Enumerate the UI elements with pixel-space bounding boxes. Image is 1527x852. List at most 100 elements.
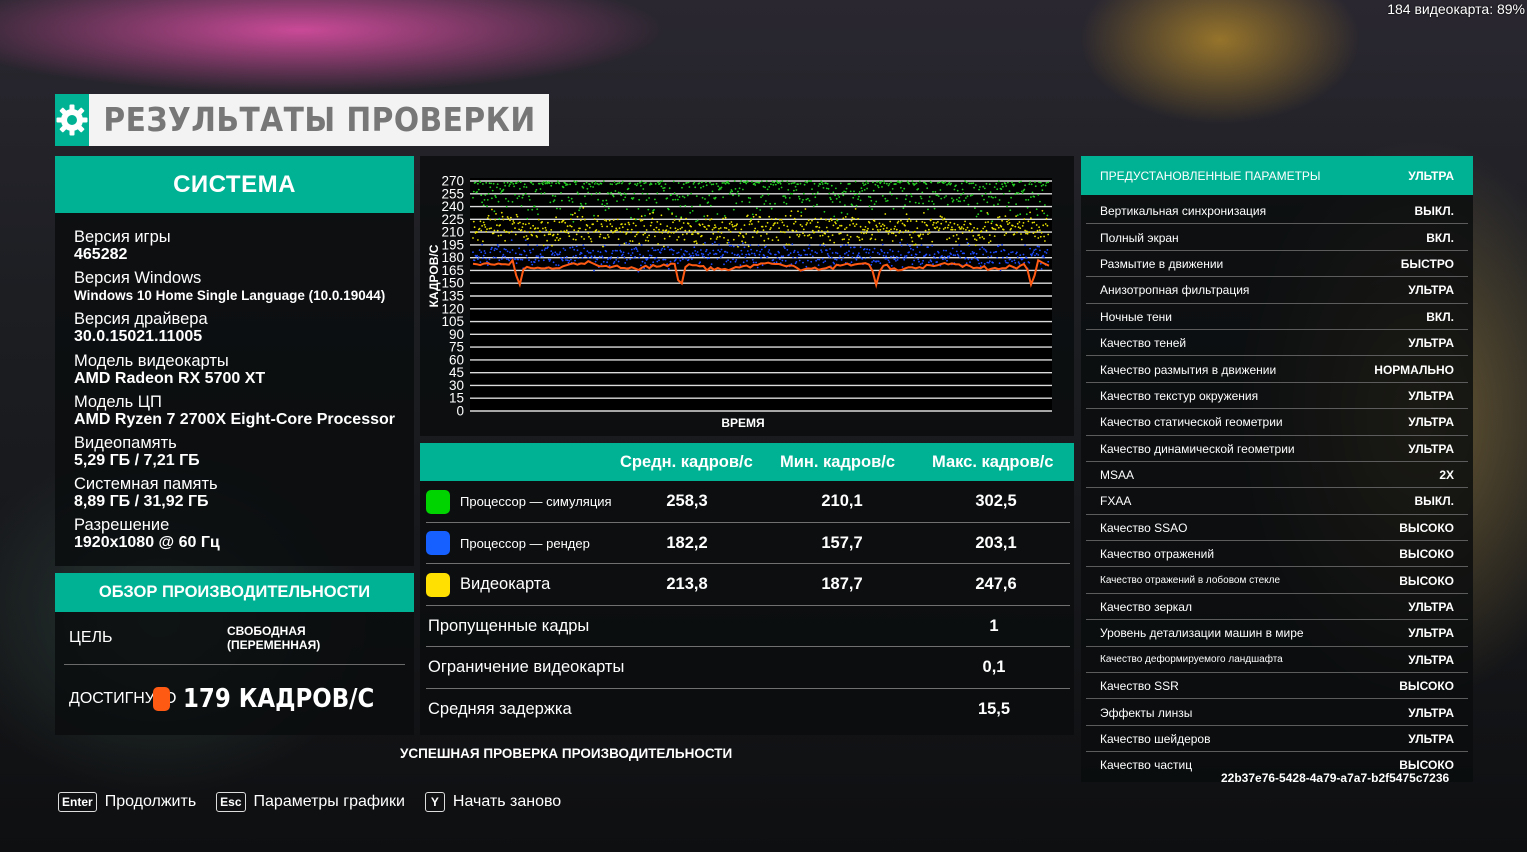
chart-point [575, 245, 578, 247]
chart-point [651, 247, 654, 250]
chart-point [696, 251, 699, 253]
setting-value: УЛЬТРА [1408, 415, 1454, 430]
chart-point [663, 237, 666, 240]
chart-point [499, 224, 502, 226]
chart-point [785, 202, 788, 205]
chart-point [593, 269, 595, 272]
chart-point [778, 251, 780, 254]
continue-button[interactable]: Enter Продолжить [58, 792, 196, 812]
chart-point [870, 199, 873, 202]
chart-point [955, 198, 958, 201]
chart-point [749, 197, 752, 200]
chart-point [784, 247, 786, 249]
chart-point [476, 254, 478, 257]
chart-point [945, 249, 947, 252]
chart-point [737, 234, 740, 237]
chart-point [532, 183, 534, 186]
chart-point [811, 188, 813, 190]
chart-point [528, 249, 531, 252]
chart-point [505, 197, 507, 200]
chart-point [865, 232, 868, 234]
chart-point [816, 225, 818, 228]
chart-point [510, 216, 512, 219]
chart-point [497, 234, 500, 237]
chart-point [1027, 199, 1030, 201]
restart-button[interactable]: Y Начать заново [424, 792, 561, 812]
chart-point [852, 252, 855, 255]
chart-point [969, 194, 972, 197]
setting-value: УЛЬТРА [1408, 705, 1454, 720]
chart-point [537, 218, 540, 221]
chart-point [596, 182, 599, 185]
chart-point [612, 195, 615, 198]
chart-point [946, 203, 949, 206]
chart-point [729, 191, 732, 193]
chart-point [772, 259, 775, 261]
chart-point [616, 218, 619, 221]
chart-point [886, 182, 888, 185]
chart-point [556, 236, 558, 239]
chart-point [486, 199, 489, 201]
chart-point [695, 242, 698, 245]
chart-point [992, 261, 994, 264]
chart-point [908, 251, 910, 254]
chart-point [907, 230, 910, 232]
chart-point [863, 184, 865, 186]
chart-point [598, 235, 601, 238]
chart-point [880, 225, 882, 228]
gear-icon [55, 94, 89, 146]
chart-point [551, 182, 553, 184]
performance-overview-panel: ОБЗОР ПРОИЗВОДИТЕЛЬНОСТИ ЦЕЛЬ СВОБОДНАЯ … [55, 573, 414, 735]
chart-point [864, 257, 867, 260]
chart-point [990, 196, 993, 198]
chart-point [817, 264, 820, 266]
chart-point [848, 238, 850, 241]
chart-point [726, 251, 729, 254]
chart-point [536, 208, 539, 210]
chart-point [847, 254, 850, 257]
chart-point [496, 248, 498, 250]
chart-point [694, 229, 697, 232]
chart-point [552, 261, 555, 264]
y-key-icon: Y [424, 792, 445, 812]
chart-point [943, 217, 946, 220]
chart-point [833, 241, 836, 244]
chart-point [522, 194, 525, 196]
chart-point [941, 255, 943, 257]
chart-point [1016, 191, 1018, 194]
chart-point [1037, 254, 1040, 256]
chart-point [691, 258, 693, 260]
chart-point [492, 232, 495, 235]
setting-value: НОРМАЛЬНО [1374, 362, 1454, 377]
chart-point [1003, 234, 1006, 236]
chart-point [677, 182, 680, 184]
graphics-settings-button[interactable]: Esc Параметры графики [216, 792, 405, 812]
chart-point [974, 257, 977, 260]
chart-point [1025, 199, 1027, 201]
chart-point [625, 242, 627, 244]
chart-point [477, 258, 479, 260]
chart-point [577, 193, 580, 196]
chart-point [478, 227, 481, 230]
chart-point [813, 231, 816, 234]
chart-point [769, 202, 771, 205]
chart-point [653, 208, 655, 211]
row-name: Процессор — симуляция [460, 494, 612, 510]
chart-point [905, 255, 908, 257]
chart-point [531, 208, 534, 211]
chart-point [547, 246, 549, 248]
chart-point [1029, 181, 1031, 183]
chart-point [1028, 231, 1031, 234]
chart-point [510, 239, 513, 241]
chart-point [489, 186, 492, 189]
chart-point [593, 218, 596, 220]
chart-point [912, 248, 915, 251]
system-item-gpu-model: Модель видеокарты AMD Radeon RX 5700 XT [74, 351, 266, 387]
chart-point [554, 195, 557, 197]
esc-key-icon: Esc [216, 792, 246, 812]
chart-point [509, 219, 511, 222]
chart-point [824, 260, 827, 262]
chart-point [1046, 224, 1049, 227]
chart-point [488, 227, 491, 230]
chart-point [515, 182, 518, 185]
